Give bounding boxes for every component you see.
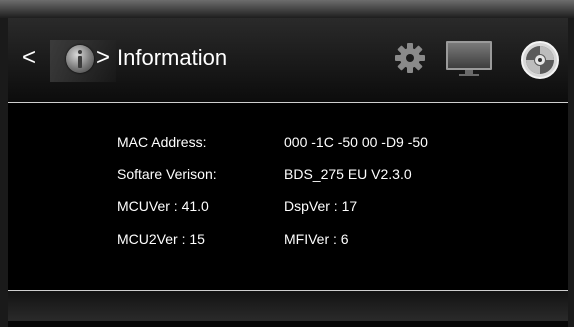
dsp-version: DspVer : 17 (284, 198, 358, 214)
mac-address-value: 000 -1C -50 00 -D9 -50 (284, 134, 428, 150)
left-edge (0, 18, 8, 327)
software-version-label: Softare Verison: (117, 166, 217, 182)
software-version-value: BDS_275 EU V2.3.0 (284, 166, 412, 182)
info-panel (8, 103, 568, 290)
mac-address-label: MAC Address: (117, 134, 207, 150)
mcu-version: MCUVer : 41.0 (117, 198, 209, 214)
monitor-icon[interactable] (445, 40, 493, 78)
forward-chevron-button[interactable]: > (96, 44, 110, 72)
disc-icon[interactable] (520, 40, 560, 80)
mcu2-version: MCU2Ver : 15 (117, 231, 205, 247)
page-title: Information (117, 45, 228, 70)
mfi-version: MFIVer : 6 (284, 231, 349, 247)
right-edge (568, 18, 574, 327)
top-bevel (0, 0, 574, 18)
footer-bar (8, 291, 568, 321)
info-icon[interactable] (66, 45, 94, 73)
back-chevron-button[interactable]: < (22, 44, 36, 72)
gear-icon[interactable] (394, 42, 426, 74)
